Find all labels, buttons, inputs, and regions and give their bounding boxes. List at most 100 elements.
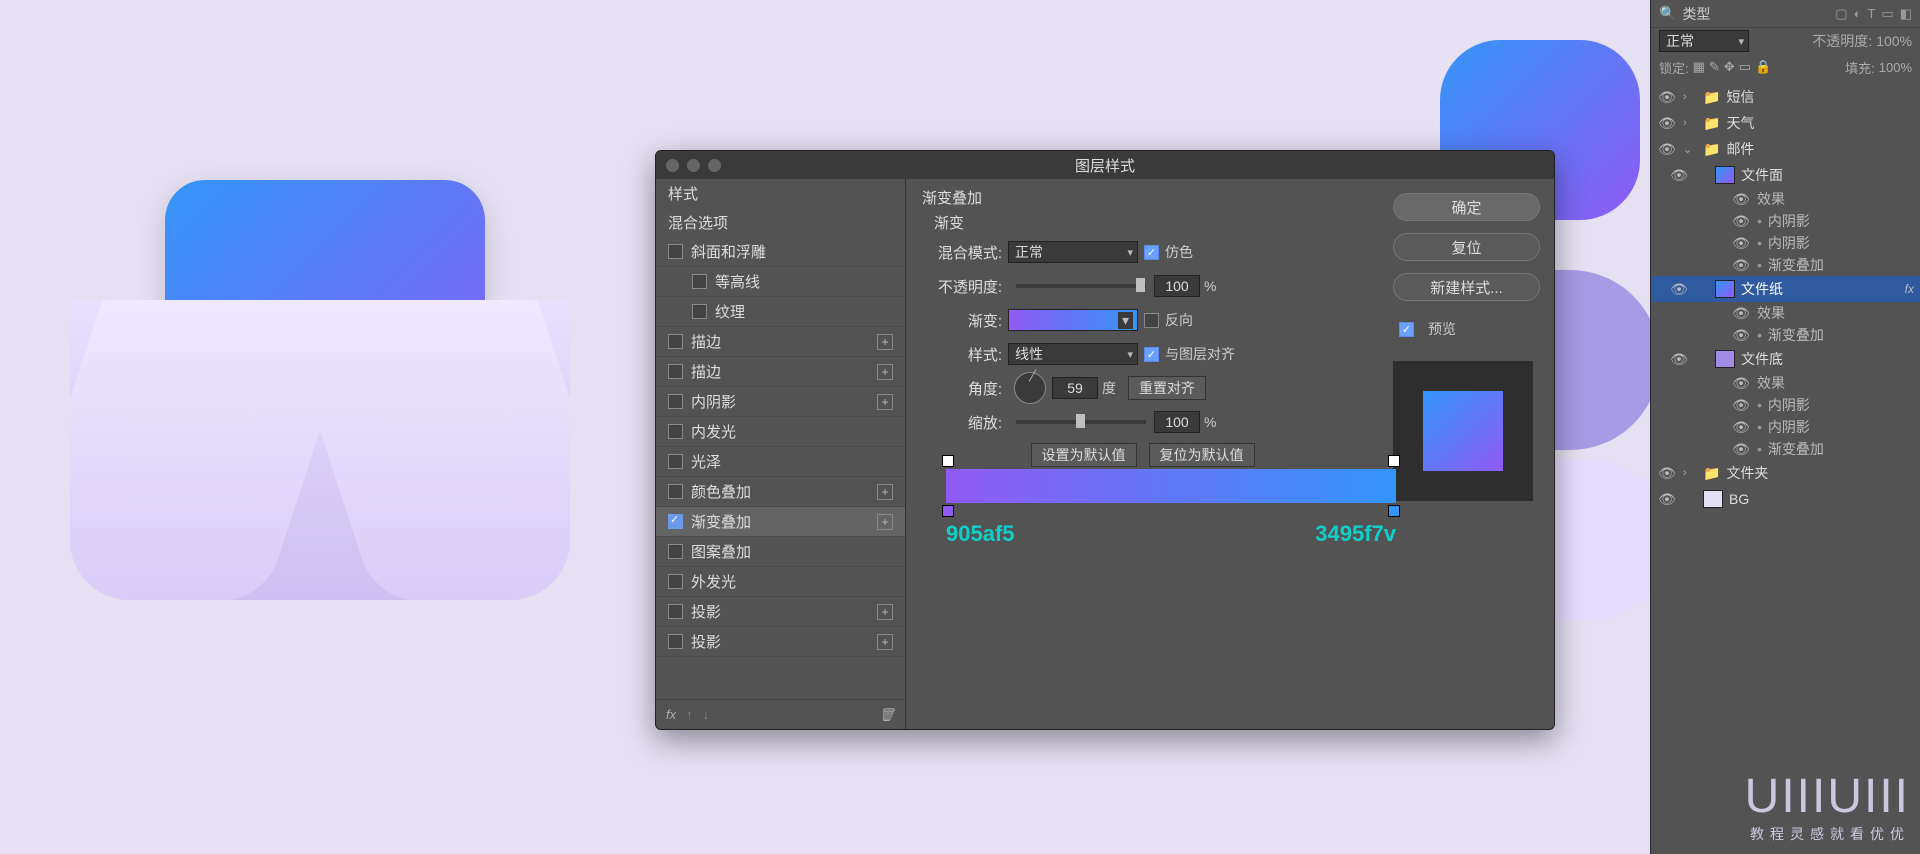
add-instance-icon[interactable]: + bbox=[877, 514, 893, 530]
layer-item[interactable]: 👁文件纸fx bbox=[1651, 276, 1920, 302]
visibility-icon[interactable]: 👁 bbox=[1669, 351, 1689, 368]
disclosure-icon[interactable]: › bbox=[1683, 467, 1697, 479]
fx-badge[interactable]: fx bbox=[1905, 282, 1914, 296]
effect-item[interactable]: 👁•内阴影 bbox=[1651, 394, 1920, 416]
effects-header[interactable]: 👁效果 bbox=[1651, 188, 1920, 210]
add-instance-icon[interactable]: + bbox=[877, 364, 893, 380]
reset-default-button[interactable]: 复位为默认值 bbox=[1149, 443, 1255, 467]
set-default-button[interactable]: 设置为默认值 bbox=[1031, 443, 1137, 467]
style-checkbox[interactable] bbox=[668, 424, 683, 439]
effect-item[interactable]: 👁•渐变叠加 bbox=[1651, 324, 1920, 346]
color-stop-left[interactable] bbox=[942, 505, 954, 517]
style-checkbox[interactable] bbox=[668, 244, 683, 259]
visibility-icon[interactable]: 👁 bbox=[1657, 115, 1677, 132]
layer-thumbnail[interactable] bbox=[1715, 280, 1735, 298]
effect-item[interactable]: 👁•内阴影 bbox=[1651, 416, 1920, 438]
opacity-stop[interactable] bbox=[1388, 455, 1400, 467]
style-item[interactable]: 图案叠加 bbox=[656, 537, 905, 567]
style-checkbox[interactable] bbox=[668, 634, 683, 649]
visibility-icon[interactable]: 👁 bbox=[1669, 281, 1689, 298]
style-item[interactable]: 投影+ bbox=[656, 627, 905, 657]
visibility-icon[interactable]: 👁 bbox=[1731, 191, 1751, 208]
layer-item[interactable]: 👁BG bbox=[1651, 486, 1920, 512]
style-item[interactable]: 等高线 bbox=[656, 267, 905, 297]
color-stop-right[interactable] bbox=[1388, 505, 1400, 517]
style-checkbox[interactable] bbox=[668, 454, 683, 469]
scale-input[interactable]: 100 bbox=[1154, 411, 1200, 433]
scale-slider[interactable] bbox=[1016, 420, 1146, 424]
search-icon[interactable]: 🔍 bbox=[1659, 5, 1676, 22]
visibility-icon[interactable]: 👁 bbox=[1731, 375, 1751, 392]
lock-trans-icon[interactable]: ▦ bbox=[1693, 59, 1705, 75]
visibility-icon[interactable]: 👁 bbox=[1657, 465, 1677, 482]
dither-checkbox[interactable]: ✓ bbox=[1144, 245, 1159, 260]
style-item[interactable]: 光泽 bbox=[656, 447, 905, 477]
cancel-button[interactable]: 复位 bbox=[1393, 233, 1540, 261]
effect-item[interactable]: 👁•渐变叠加 bbox=[1651, 438, 1920, 460]
filter-shape-icon[interactable]: ▭ bbox=[1881, 6, 1893, 22]
trash-icon[interactable]: 🗑 bbox=[878, 707, 895, 723]
layer-item[interactable]: 👁文件面 bbox=[1651, 162, 1920, 188]
new-style-button[interactable]: 新建样式... bbox=[1393, 273, 1540, 301]
layer-thumbnail[interactable] bbox=[1715, 166, 1735, 184]
style-item[interactable]: 投影+ bbox=[656, 597, 905, 627]
visibility-icon[interactable]: 👁 bbox=[1731, 305, 1751, 322]
reset-align-button[interactable]: 重置对齐 bbox=[1128, 376, 1206, 400]
move-up-icon[interactable]: ↑ bbox=[686, 707, 693, 722]
lock-brush-icon[interactable]: ✎ bbox=[1709, 59, 1720, 75]
style-item[interactable]: 颜色叠加+ bbox=[656, 477, 905, 507]
gradient-bar[interactable] bbox=[946, 469, 1396, 503]
fill-value[interactable]: 100% bbox=[1879, 60, 1912, 75]
style-item[interactable]: 渐变叠加+ bbox=[656, 507, 905, 537]
add-instance-icon[interactable]: + bbox=[877, 394, 893, 410]
disclosure-icon[interactable]: › bbox=[1683, 91, 1697, 103]
style-checkbox[interactable] bbox=[668, 544, 683, 559]
style-item[interactable]: 外发光 bbox=[656, 567, 905, 597]
style-item[interactable]: 纹理 bbox=[656, 297, 905, 327]
angle-dial[interactable] bbox=[1014, 372, 1046, 404]
style-item[interactable]: 描边+ bbox=[656, 327, 905, 357]
style-checkbox[interactable] bbox=[668, 394, 683, 409]
filter-smart-icon[interactable]: ◧ bbox=[1900, 6, 1912, 22]
layer-thumbnail[interactable] bbox=[1703, 490, 1723, 508]
effect-item[interactable]: 👁•内阴影 bbox=[1651, 232, 1920, 254]
style-item[interactable]: 内阴影+ bbox=[656, 387, 905, 417]
filter-pixel-icon[interactable]: ▢ bbox=[1835, 6, 1847, 22]
visibility-icon[interactable]: 👁 bbox=[1731, 213, 1751, 230]
layer-group[interactable]: 👁⌄📁邮件 bbox=[1651, 136, 1920, 162]
add-instance-icon[interactable]: + bbox=[877, 484, 893, 500]
opacity-slider[interactable] bbox=[1016, 284, 1146, 288]
layer-opacity-value[interactable]: 100% bbox=[1876, 33, 1912, 49]
fx-menu[interactable]: fx bbox=[666, 707, 676, 722]
style-select[interactable]: 线性 bbox=[1008, 343, 1138, 365]
visibility-icon[interactable]: 👁 bbox=[1731, 419, 1751, 436]
disclosure-icon[interactable]: › bbox=[1683, 117, 1697, 129]
visibility-icon[interactable]: 👁 bbox=[1731, 257, 1751, 274]
style-checkbox[interactable] bbox=[668, 484, 683, 499]
style-checkbox[interactable] bbox=[668, 514, 683, 529]
layer-thumbnail[interactable] bbox=[1715, 350, 1735, 368]
reverse-checkbox[interactable] bbox=[1144, 313, 1159, 328]
lock-move-icon[interactable]: ✥ bbox=[1724, 59, 1735, 75]
opacity-input[interactable]: 100 bbox=[1154, 275, 1200, 297]
gradient-swatch[interactable] bbox=[1008, 309, 1138, 331]
style-checkbox[interactable] bbox=[668, 574, 683, 589]
opacity-stop[interactable] bbox=[942, 455, 954, 467]
add-instance-icon[interactable]: + bbox=[877, 634, 893, 650]
layer-blend-select[interactable]: 正常 bbox=[1659, 30, 1749, 52]
ok-button[interactable]: 确定 bbox=[1393, 193, 1540, 221]
layer-group[interactable]: 👁›📁短信 bbox=[1651, 84, 1920, 110]
style-checkbox[interactable] bbox=[692, 304, 707, 319]
align-checkbox[interactable]: ✓ bbox=[1144, 347, 1159, 362]
visibility-icon[interactable]: 👁 bbox=[1657, 491, 1677, 508]
visibility-icon[interactable]: 👁 bbox=[1731, 235, 1751, 252]
visibility-icon[interactable]: 👁 bbox=[1657, 141, 1677, 158]
disclosure-icon[interactable]: ⌄ bbox=[1683, 143, 1697, 156]
layer-item[interactable]: 👁文件底 bbox=[1651, 346, 1920, 372]
style-item[interactable]: 内发光 bbox=[656, 417, 905, 447]
visibility-icon[interactable]: 👁 bbox=[1731, 327, 1751, 344]
lock-artboard-icon[interactable]: ▭ bbox=[1739, 59, 1751, 75]
style-checkbox[interactable] bbox=[668, 364, 683, 379]
lock-all-icon[interactable]: 🔒 bbox=[1755, 59, 1771, 75]
visibility-icon[interactable]: 👁 bbox=[1657, 89, 1677, 106]
